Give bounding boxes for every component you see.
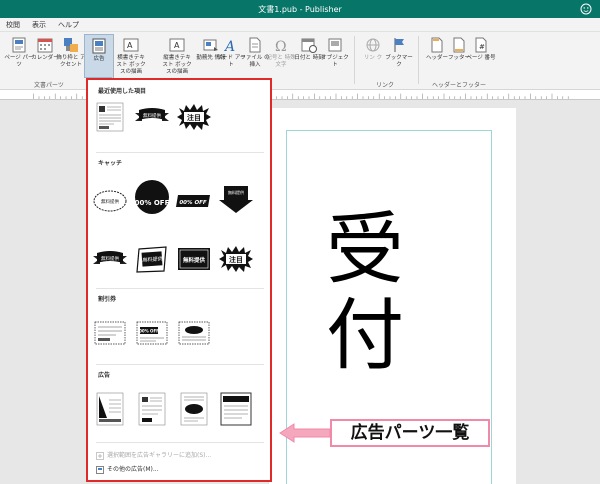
- document-text-line-1[interactable]: 受: [310, 210, 420, 290]
- ad-thumbnail-catch-7[interactable]: 無料提供: [176, 244, 212, 274]
- bookmark-button[interactable]: ブックマーク: [384, 34, 414, 78]
- percent-off-text: 00% OFF: [135, 199, 170, 207]
- percent-off-text: 00% OFF: [139, 329, 159, 334]
- ad-thumbnail-ad-4[interactable]: [218, 392, 254, 426]
- horizontal-textbox-button[interactable]: A 横書きテキスト ボックスの描画: [116, 34, 146, 78]
- ad-thumbnail-recent-1[interactable]: [92, 102, 128, 132]
- menu-view[interactable]: 表示: [32, 20, 46, 30]
- ad-thumbnail-catch-1[interactable]: 無料提供: [92, 186, 128, 216]
- svg-text:A: A: [174, 41, 180, 50]
- object-button[interactable]: オブジェクト: [320, 34, 350, 78]
- horizontal-textbox-icon: A: [123, 38, 139, 52]
- free-offer-text: 無料提供: [101, 198, 119, 205]
- object-icon: [328, 38, 342, 52]
- ad-icon: [92, 38, 106, 54]
- globe-link-icon: [366, 38, 380, 52]
- callout-label: 広告パーツ一覧: [350, 423, 470, 443]
- section-title-ads: 広告: [98, 372, 111, 379]
- ad-thumbnail-ad-3[interactable]: [176, 392, 212, 426]
- group-label-document-parts: 文書パーツ: [34, 82, 64, 89]
- ad-thumbnail-recent-2[interactable]: 無料提供: [134, 102, 170, 132]
- svg-text:A: A: [223, 39, 235, 53]
- page-parts-icon: [12, 37, 26, 53]
- add-selection-to-gallery-link[interactable]: 選択範囲を広告ギャラリーに追加(S)...: [96, 450, 211, 460]
- menu-review[interactable]: 校閲: [6, 20, 20, 30]
- wordart-icon: A: [223, 39, 235, 53]
- borders-accents-icon: [64, 38, 78, 52]
- ad-thumbnail-recent-3[interactable]: 注目: [176, 102, 212, 132]
- calendar-icon: [37, 38, 53, 53]
- vertical-textbox-button[interactable]: A 縦書きテキスト ボックスの描画: [162, 34, 192, 78]
- ad-thumbnail-ad-1[interactable]: [92, 392, 128, 426]
- ad-button[interactable]: 広告: [84, 34, 114, 78]
- group-label-links: リンク: [376, 82, 395, 89]
- menu-bar: 校閲 表示 ヘルプ: [0, 18, 600, 32]
- page-number-icon: #: [475, 37, 487, 53]
- coupon-thumbnail-3[interactable]: [176, 318, 212, 348]
- section-title-recent: 最近使用した項目: [98, 88, 147, 95]
- ad-thumbnail-ad-2[interactable]: [134, 392, 170, 426]
- bookmark-icon: [394, 38, 404, 52]
- add-to-gallery-icon: [96, 451, 104, 460]
- ad-thumbnail-catch-4[interactable]: 無料提供: [218, 184, 254, 214]
- percent-off-italic-text: 00% OFF: [179, 200, 207, 206]
- ad-thumbnail-catch-8[interactable]: 注目: [218, 244, 254, 274]
- callout-label-box: 広告パーツ一覧: [330, 419, 490, 447]
- attention-text: 注目: [229, 255, 243, 264]
- borders-accents-button[interactable]: 飾り枠と アクセント: [56, 34, 86, 78]
- free-offer-text: 無料提供: [143, 112, 161, 119]
- free-offer-text: 無料提供: [142, 255, 163, 263]
- section-title-catch: キャッチ: [98, 160, 123, 167]
- more-ads-link[interactable]: その他の広告(M)...: [96, 464, 159, 474]
- feedback-face-icon[interactable]: [580, 3, 592, 15]
- ad-thumbnail-catch-6[interactable]: 無料提供: [134, 244, 170, 274]
- coupon-thumbnail-2[interactable]: 00% OFF: [134, 318, 170, 348]
- callout-arrow-icon: [279, 423, 331, 443]
- menu-help[interactable]: ヘルプ: [58, 20, 79, 30]
- ad-gallery-dropdown[interactable]: 最近使用した項目 無料提供 注目 キャッチ 無料提供 00% OFF 00% O…: [86, 78, 272, 482]
- more-ads-icon: [96, 465, 104, 474]
- ad-thumbnail-catch-3[interactable]: 00% OFF: [176, 186, 212, 216]
- symbol-button[interactable]: Ω 記号と 特殊文字: [266, 34, 296, 78]
- ad-thumbnail-catch-5[interactable]: 無料提供: [92, 244, 128, 274]
- free-offer-text: 無料提供: [183, 256, 206, 264]
- coupon-thumbnail-1[interactable]: [92, 318, 128, 348]
- date-time-icon: [301, 38, 317, 53]
- omega-icon: Ω: [275, 39, 287, 53]
- ad-thumbnail-catch-2[interactable]: 00% OFF: [134, 178, 170, 216]
- free-offer-text: 無料提供: [228, 189, 244, 195]
- title-bar: 文書1.pub - Publisher: [0, 0, 600, 18]
- section-title-coupon: 割引券: [98, 296, 117, 303]
- file-icon: [249, 37, 261, 53]
- svg-text:A: A: [127, 41, 133, 50]
- page-number-button[interactable]: # ページ 番号: [466, 34, 496, 78]
- free-offer-text: 無料提供: [101, 255, 119, 262]
- footer-icon: [453, 37, 465, 53]
- window-title: 文書1.pub - Publisher: [258, 5, 342, 14]
- attention-text: 注目: [187, 113, 201, 122]
- document-text-line-2[interactable]: 付: [310, 296, 420, 376]
- svg-text:Ω: Ω: [275, 39, 287, 53]
- group-label-header-footer: ヘッダーとフッター: [432, 82, 487, 89]
- svg-text:#: #: [479, 43, 485, 51]
- vertical-textbox-icon: A: [169, 38, 185, 52]
- header-icon: [431, 37, 443, 53]
